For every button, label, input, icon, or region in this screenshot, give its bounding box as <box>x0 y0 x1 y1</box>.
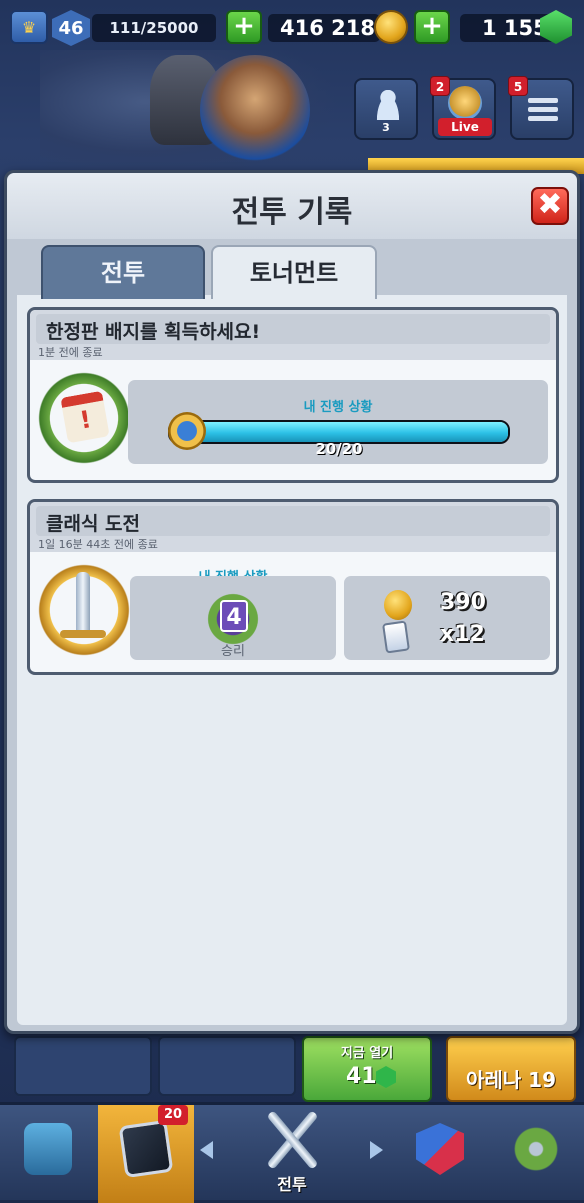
modal-header: 전투 기록 ✖ <box>7 173 577 239</box>
modal-body: 전투 토너먼트 한정판 배지를 획득하세요! 1분 전에 종료 ! 내 진행 상… <box>17 239 567 1025</box>
classic-challenge-badge-icon <box>38 564 130 656</box>
gold-coin-icon <box>384 590 412 620</box>
card-title-bar: 한정판 배지를 획득하세요! <box>36 314 550 344</box>
arena-label: 아레나 19 <box>466 1068 556 1092</box>
nav-battle-label[interactable]: 전투 <box>242 1171 342 1195</box>
friends-icon <box>374 90 402 120</box>
tournament-laurel-icon <box>512 1123 560 1175</box>
card-ended-time: 1분 전에 종료 <box>38 346 103 359</box>
tournament-card[interactable]: 한정판 배지를 획득하세요! 1분 전에 종료 ! 내 진행 상황 20/20 <box>27 307 559 483</box>
card-title-bar: 클래식 도전 <box>36 506 550 536</box>
progress-text: 20/20 <box>315 440 363 458</box>
level-badge[interactable]: 46 <box>52 10 90 46</box>
character-art <box>200 55 310 165</box>
nav-shop[interactable] <box>0 1105 96 1203</box>
reward-cards: x12 <box>440 622 485 647</box>
add-gold-button[interactable]: + <box>226 10 262 44</box>
tab-bar: 전투 토너먼트 <box>17 239 567 299</box>
cards-icon <box>118 1119 174 1179</box>
live-badge: Live <box>438 118 492 136</box>
crossed-swords-icon[interactable] <box>262 1105 322 1175</box>
gem-icon <box>376 1066 396 1088</box>
card-header: 한정판 배지를 획득하세요! 1분 전에 종료 <box>30 310 556 360</box>
sword-icon <box>76 572 90 638</box>
wins-count: 4 <box>220 600 248 632</box>
add-gems-button[interactable]: + <box>414 10 450 44</box>
card-title: 클래식 도전 <box>46 513 141 535</box>
modal-title: 전투 기록 <box>231 195 353 230</box>
rewards-panel: 390 x12 <box>344 576 550 660</box>
free-chest-label: 지금 열기 <box>340 1046 394 1061</box>
wins-panel: 4 승리 <box>130 576 336 660</box>
nav-cards[interactable]: 20 <box>98 1105 194 1203</box>
nav-clan[interactable] <box>392 1105 488 1203</box>
bottom-nav: 20 전투 <box>0 1102 584 1203</box>
live-button[interactable]: Live 2 <box>430 76 496 140</box>
gold-coin-icon <box>374 10 408 44</box>
live-avatar-icon <box>448 86 482 120</box>
progress-panel: 내 진행 상황 20/20 <box>128 380 548 464</box>
menu-button[interactable]: 5 <box>508 76 574 140</box>
limited-badge-icon: ! <box>38 372 130 464</box>
arrow-right-icon[interactable] <box>370 1141 383 1159</box>
gold-amount: 416 218 <box>268 14 380 42</box>
card-icon <box>382 620 410 654</box>
menu-notification-badge: 5 <box>508 76 528 96</box>
top-bar: ♛ 46 111/25000 + 416 218 + 1 155 <box>0 0 584 56</box>
close-button[interactable]: ✖ <box>531 187 569 225</box>
friends-button[interactable]: 3 <box>354 78 418 140</box>
card-header: 클래식 도전 1일 16분 44초 전에 종료 <box>30 502 556 552</box>
chest-slots: 지금 열기 41 아레나 19 <box>0 1036 584 1102</box>
free-chest-amount: 41 <box>346 1064 377 1089</box>
reward-gold: 390 <box>440 590 486 615</box>
hamburger-menu-icon <box>528 98 558 122</box>
xp-progress[interactable]: 111/25000 <box>92 14 216 42</box>
card-title: 한정판 배지를 획득하세요! <box>46 321 261 343</box>
clan-shield-icon <box>416 1123 464 1175</box>
calendar-icon: ! <box>60 390 110 444</box>
chest-slot[interactable] <box>158 1036 296 1096</box>
battle-log-modal: 전투 기록 ✖ 전투 토너먼트 한정판 배지를 획득하세요! 1분 전에 종료 … <box>4 170 580 1034</box>
tournament-card[interactable]: 클래식 도전 1일 16분 44초 전에 종료 내 진행 상황 4 승리 390… <box>27 499 559 675</box>
tab-battle[interactable]: 전투 <box>41 245 205 299</box>
tab-tournament[interactable]: 토너먼트 <box>211 245 377 299</box>
sword-guard <box>60 630 106 638</box>
crown-icon[interactable]: ♛ <box>10 10 48 44</box>
live-notification-badge: 2 <box>430 76 450 96</box>
arrow-left-icon[interactable] <box>200 1141 213 1159</box>
friends-count: 3 <box>382 121 390 134</box>
chest-slot[interactable] <box>14 1036 152 1096</box>
arena-chest-button[interactable]: 아레나 19 <box>446 1036 576 1102</box>
card-ended-time: 1일 16분 44초 전에 종료 <box>38 538 158 551</box>
progress-bar-fill <box>170 422 508 442</box>
cards-badge: 20 <box>158 1105 188 1125</box>
nav-tournament[interactable] <box>488 1105 584 1203</box>
wins-label: 승리 <box>221 644 245 659</box>
free-chest-button[interactable]: 지금 열기 41 <box>302 1036 432 1102</box>
shop-chest-icon <box>24 1123 72 1175</box>
